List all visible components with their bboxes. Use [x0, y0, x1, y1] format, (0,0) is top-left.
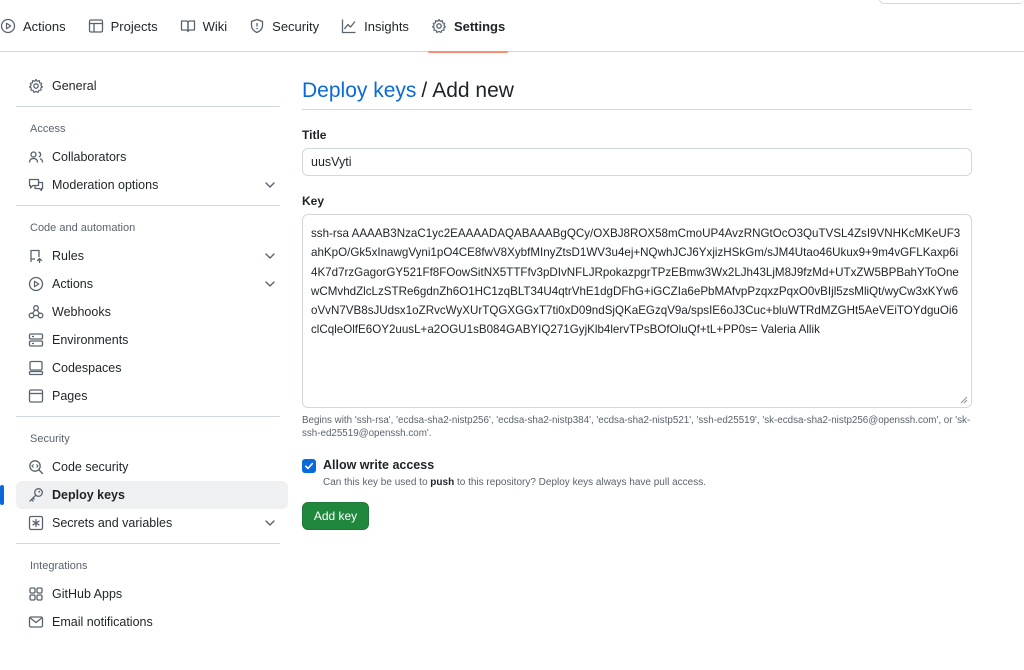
book-icon	[180, 18, 196, 34]
write-access-description: Can this key be used to push to this rep…	[323, 477, 706, 488]
sidebar-item-label: Email notifications	[52, 615, 153, 629]
tab-label: Security	[272, 18, 320, 34]
gear-icon	[28, 78, 44, 94]
key-text: ssh-rsa AAAAB3NzaC1yc2EAAAADAQABAAABgQCy…	[311, 227, 961, 337]
webhook-icon	[28, 304, 44, 320]
sidebar-item-label: Code security	[52, 460, 129, 474]
tab-wiki[interactable]: Wiki	[169, 0, 239, 52]
divider	[16, 416, 280, 417]
sidebar-item-deploy-keys[interactable]: Deploy keys	[0, 481, 288, 509]
repo-push-icon	[28, 248, 44, 264]
sidebar-item-label: General	[52, 79, 97, 93]
sidebar-item-code-security[interactable]: Code security	[16, 453, 288, 481]
sidebar-item-environments[interactable]: Environments	[16, 326, 288, 354]
chevron-down-icon[interactable]	[262, 515, 278, 531]
apps-icon	[28, 586, 44, 602]
table-icon	[88, 18, 104, 34]
main-content: Deploy keys / Add new Title Key ssh-rsa …	[302, 72, 972, 530]
add-key-button[interactable]: Add key	[302, 502, 369, 530]
comment-discussion-icon	[28, 177, 44, 193]
tab-security[interactable]: Security	[238, 0, 330, 52]
server-icon	[28, 332, 44, 348]
codespaces-icon	[28, 360, 44, 376]
resize-handle-icon[interactable]	[958, 394, 968, 404]
divider	[16, 543, 280, 544]
tab-label: Wiki	[202, 18, 228, 34]
play-icon	[28, 276, 44, 292]
desc-pre: Can this key be used to	[323, 477, 428, 488]
page-title: Deploy keys / Add new	[302, 72, 972, 110]
key-label: Key	[302, 194, 325, 208]
sidebar-item-actions[interactable]: Actions	[16, 270, 288, 298]
sidebar-item-github-apps[interactable]: GitHub Apps	[16, 580, 288, 608]
key-textarea[interactable]: ssh-rsa AAAAB3NzaC1yc2EAAAADAQABAAABgQCy…	[302, 214, 972, 408]
mail-icon	[28, 614, 44, 630]
key-icon	[28, 487, 44, 503]
sidebar-item-pages[interactable]: Pages	[16, 382, 288, 410]
sidebar-item-secrets[interactable]: Secrets and variables	[16, 509, 288, 537]
chevron-down-icon[interactable]	[262, 248, 278, 264]
tab-label: Projects	[110, 18, 158, 34]
key-asterisk-icon	[28, 515, 44, 531]
sidebar-item-label: Rules	[52, 249, 84, 263]
tab-label: Actions	[23, 18, 66, 34]
sidebar-item-label: Deploy keys	[52, 488, 125, 502]
sidebar-item-label: Environments	[52, 333, 129, 347]
breadcrumb-current: Add new	[432, 78, 514, 102]
tab-settings[interactable]: Settings	[420, 0, 516, 53]
title-input[interactable]	[302, 148, 972, 176]
sidebar-item-codespaces[interactable]: Codespaces	[16, 354, 288, 382]
section-heading-access: Access	[30, 123, 66, 135]
breadcrumb-deploy-keys-link[interactable]: Deploy keys	[302, 79, 416, 103]
write-access-label[interactable]: Allow write access	[323, 458, 706, 472]
sidebar-item-collaborators[interactable]: Collaborators	[16, 143, 288, 171]
tab-label: Insights	[364, 18, 409, 34]
desc-bold: push	[430, 477, 455, 488]
codescan-icon	[28, 459, 44, 475]
section-heading-code-automation: Code and automation	[30, 222, 136, 234]
sidebar-item-moderation[interactable]: Moderation options	[16, 171, 288, 199]
divider	[16, 205, 280, 206]
gear-icon	[431, 18, 447, 34]
breadcrumb-separator: /	[421, 78, 428, 102]
write-access-row: Allow write access Can this key be used …	[302, 458, 972, 488]
settings-sidebar: General Access Collaborators Moderation …	[0, 72, 288, 636]
section-heading-security: Security	[30, 433, 70, 445]
sidebar-item-label: Webhooks	[52, 305, 111, 319]
shield-icon	[249, 18, 265, 34]
sidebar-item-label: Actions	[52, 277, 93, 291]
sidebar-item-label: GitHub Apps	[52, 587, 123, 601]
title-label: Title	[302, 128, 327, 142]
sidebar-item-label: Moderation options	[52, 178, 159, 192]
sidebar-item-general[interactable]: General	[16, 72, 288, 100]
check-icon	[305, 462, 314, 470]
tab-insights[interactable]: Insights	[330, 0, 420, 52]
repo-tabs: Actions Projects Wiki Security Insights	[0, 0, 516, 53]
sidebar-item-label: Codespaces	[52, 361, 122, 375]
header-search-box-edge[interactable]	[879, 0, 1024, 4]
tab-projects[interactable]: Projects	[77, 0, 169, 52]
people-icon	[28, 149, 44, 165]
sidebar-item-rules[interactable]: Rules	[16, 242, 288, 270]
browser-icon	[28, 388, 44, 404]
tab-actions[interactable]: Actions	[0, 0, 77, 52]
graph-icon	[341, 18, 357, 34]
sidebar-item-webhooks[interactable]: Webhooks	[16, 298, 288, 326]
chevron-down-icon[interactable]	[262, 276, 278, 292]
sidebar-item-label: Collaborators	[52, 150, 127, 164]
key-format-hint: Begins with 'ssh-rsa', 'ecdsa-sha2-nistp…	[302, 415, 971, 439]
repo-nav: Actions Projects Wiki Security Insights	[0, 0, 1024, 53]
sidebar-item-email-notifications[interactable]: Email notifications	[16, 608, 288, 636]
sidebar-item-label: Secrets and variables	[52, 516, 173, 530]
tab-label: Settings	[453, 18, 506, 34]
play-icon	[0, 18, 16, 34]
write-access-text: Allow write access Can this key be used …	[323, 458, 706, 488]
sidebar-item-label: Pages	[52, 389, 88, 403]
write-access-checkbox[interactable]	[302, 459, 316, 473]
section-heading-integrations: Integrations	[30, 560, 88, 572]
chevron-down-icon[interactable]	[262, 177, 278, 193]
divider	[16, 106, 280, 107]
desc-post: to this repository? Deploy keys always h…	[456, 477, 706, 488]
